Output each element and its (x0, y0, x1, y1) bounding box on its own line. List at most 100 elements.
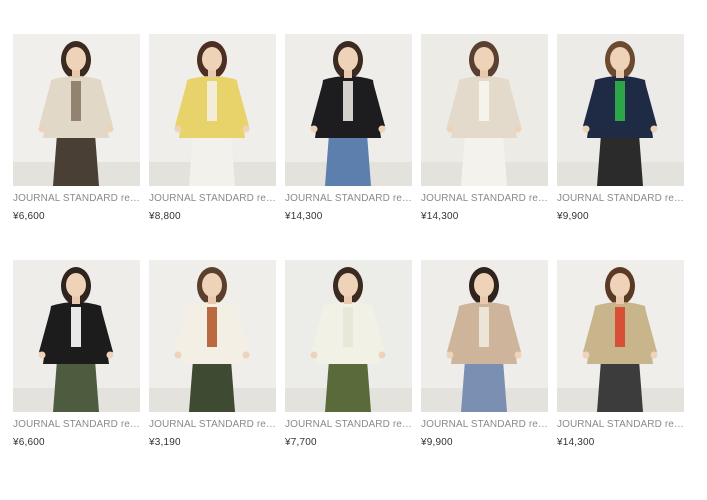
product-brand[interactable]: JOURNAL STANDARD relu… (421, 193, 548, 204)
product-price: ¥14,300 (285, 211, 323, 222)
model-illustration (13, 34, 140, 186)
model-hand (650, 351, 658, 359)
product-photo[interactable] (13, 34, 140, 186)
product-photo[interactable] (557, 260, 684, 412)
model-bottom (53, 134, 99, 186)
model-face (474, 273, 494, 297)
product-card[interactable]: JOURNAL STANDARD relu… ¥9,900 (421, 260, 548, 448)
model-hand (650, 125, 658, 133)
model-hand (174, 351, 182, 359)
model-hand (38, 125, 46, 133)
product-photo[interactable] (421, 260, 548, 412)
model-hand (174, 125, 182, 133)
model-hand (446, 125, 454, 133)
model-hand (514, 125, 522, 133)
product-brand[interactable]: JOURNAL STANDARD relu… (557, 193, 684, 204)
model-face (610, 47, 630, 71)
model-illustration (149, 34, 276, 186)
model-face (66, 47, 86, 71)
product-card[interactable]: JOURNAL STANDARD relu… ¥3,190 (149, 260, 276, 448)
model-bottom (189, 360, 235, 412)
product-card[interactable]: JOURNAL STANDARD relu… ¥9,900 (557, 34, 684, 222)
model-hand (106, 125, 114, 133)
product-photo[interactable] (13, 260, 140, 412)
model-hand (38, 351, 46, 359)
product-photo[interactable] (285, 260, 412, 412)
garment-accent (207, 81, 217, 121)
model-hand (242, 351, 250, 359)
product-price: ¥3,190 (149, 437, 181, 448)
model-illustration (285, 34, 412, 186)
product-card[interactable]: JOURNAL STANDARD relu… ¥14,300 (557, 260, 684, 448)
product-card[interactable]: JOURNAL STANDARD relu… ¥14,300 (285, 34, 412, 222)
model-hand (310, 125, 318, 133)
model-illustration (421, 260, 548, 412)
model-illustration (13, 260, 140, 412)
product-brand[interactable]: JOURNAL STANDARD relu… (13, 193, 140, 204)
product-price: ¥6,600 (13, 437, 45, 448)
model-illustration (149, 260, 276, 412)
product-photo[interactable] (149, 260, 276, 412)
product-photo[interactable] (421, 34, 548, 186)
product-card[interactable]: JOURNAL STANDARD relu… ¥6,600 (13, 34, 140, 222)
product-photo[interactable] (557, 34, 684, 186)
model-bottom (461, 134, 507, 186)
model-face (202, 47, 222, 71)
model-hand (446, 351, 454, 359)
product-card[interactable]: JOURNAL STANDARD relu… ¥14,300 (421, 34, 548, 222)
model-hand (310, 351, 318, 359)
garment-accent (479, 307, 489, 347)
product-brand[interactable]: JOURNAL STANDARD relu… (149, 193, 276, 204)
product-card[interactable]: JOURNAL STANDARD relu… ¥6,600 (13, 260, 140, 448)
garment-accent (207, 307, 217, 347)
model-face (202, 273, 222, 297)
model-illustration (285, 260, 412, 412)
garment-accent (71, 307, 81, 347)
product-photo[interactable] (149, 34, 276, 186)
product-price: ¥9,900 (557, 211, 589, 222)
product-brand[interactable]: JOURNAL STANDARD relu… (13, 419, 140, 430)
model-bottom (53, 360, 99, 412)
model-illustration (557, 260, 684, 412)
product-brand[interactable]: JOURNAL STANDARD relu… (285, 193, 412, 204)
product-grid: JOURNAL STANDARD relu… ¥6,600 JOURNAL ST… (13, 34, 684, 448)
model-face (338, 47, 358, 71)
product-price: ¥9,900 (421, 437, 453, 448)
model-hand (106, 351, 114, 359)
garment-accent (343, 81, 353, 121)
model-bottom (597, 134, 643, 186)
product-brand[interactable]: JOURNAL STANDARD relu… (149, 419, 276, 430)
product-brand[interactable]: JOURNAL STANDARD relu… (421, 419, 548, 430)
product-price: ¥14,300 (421, 211, 459, 222)
model-bottom (461, 360, 507, 412)
model-face (338, 273, 358, 297)
model-bottom (325, 134, 371, 186)
garment-accent (615, 81, 625, 121)
model-illustration (557, 34, 684, 186)
garment-accent (71, 81, 81, 121)
model-hand (378, 351, 386, 359)
model-bottom (597, 360, 643, 412)
model-hand (582, 125, 590, 133)
model-bottom (189, 134, 235, 186)
product-price: ¥7,700 (285, 437, 317, 448)
product-card[interactable]: JOURNAL STANDARD relu… ¥8,800 (149, 34, 276, 222)
product-brand[interactable]: JOURNAL STANDARD relu… (285, 419, 412, 430)
garment-accent (615, 307, 625, 347)
model-hand (242, 125, 250, 133)
model-hand (514, 351, 522, 359)
product-price: ¥6,600 (13, 211, 45, 222)
product-card[interactable]: JOURNAL STANDARD relu… ¥7,700 (285, 260, 412, 448)
product-price: ¥14,300 (557, 437, 595, 448)
garment-accent (479, 81, 489, 121)
product-brand[interactable]: JOURNAL STANDARD relu… (557, 419, 684, 430)
model-hand (582, 351, 590, 359)
model-illustration (421, 34, 548, 186)
model-face (610, 273, 630, 297)
product-price: ¥8,800 (149, 211, 181, 222)
product-photo[interactable] (285, 34, 412, 186)
model-hand (378, 125, 386, 133)
garment-accent (343, 307, 353, 347)
model-face (66, 273, 86, 297)
model-bottom (325, 360, 371, 412)
